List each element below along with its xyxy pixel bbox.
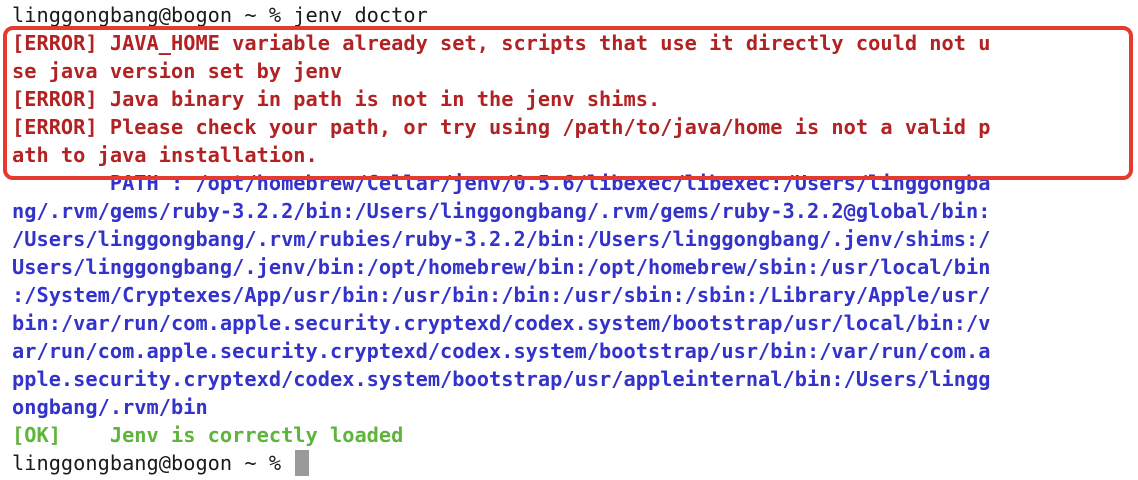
ok-line: [OK] Jenv is correctly loaded bbox=[12, 423, 404, 447]
terminal-window[interactable]: linggongbang@bogon ~ % jenv doctor [ERRO… bbox=[0, 0, 1138, 480]
block-cursor-icon bbox=[295, 450, 310, 476]
path-line: ar/run/com.apple.security.cryptexd/codex… bbox=[12, 339, 991, 363]
path-line: /Users/linggongbang/.rvm/rubies/ruby-3.2… bbox=[12, 227, 991, 251]
error-line: [ERROR] Java binary in path is not in th… bbox=[12, 87, 661, 111]
error-line: [ERROR] Please check your path, or try u… bbox=[12, 115, 991, 139]
path-line: pple.security.cryptexd/codex.system/boot… bbox=[12, 367, 991, 391]
path-line: :/System/Cryptexes/App/usr/bin:/usr/bin:… bbox=[12, 283, 991, 307]
prompt-text: linggongbang@bogon ~ % bbox=[12, 451, 294, 475]
path-line: ng/.rvm/gems/ruby-3.2.2/bin:/Users/lingg… bbox=[12, 199, 991, 223]
path-line: PATH : /opt/homebrew/Cellar/jenv/0.5.6/l… bbox=[12, 171, 991, 195]
path-line: Users/linggongbang/.jenv/bin:/opt/homebr… bbox=[12, 255, 991, 279]
error-line: se java version set by jenv bbox=[12, 59, 343, 83]
prompt-line[interactable]: linggongbang@bogon ~ % bbox=[12, 449, 1138, 477]
path-line: ongbang/.rvm/bin bbox=[12, 395, 208, 419]
error-line: [ERROR] JAVA_HOME variable already set, … bbox=[12, 31, 991, 55]
path-line: bin:/var/run/com.apple.security.cryptexd… bbox=[12, 311, 991, 335]
error-line: ath to java installation. bbox=[12, 143, 318, 167]
command-line: linggongbang@bogon ~ % jenv doctor bbox=[12, 3, 428, 27]
